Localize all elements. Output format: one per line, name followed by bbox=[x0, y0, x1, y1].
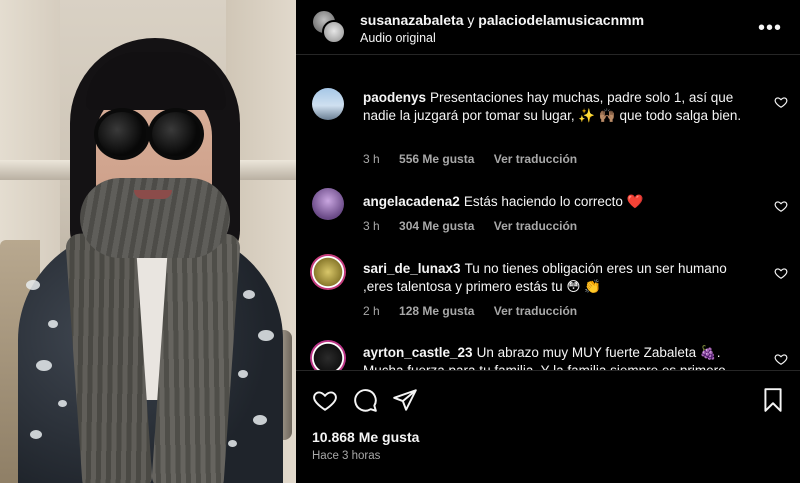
comment-likes-link[interactable]: 304 Me gusta bbox=[399, 219, 474, 233]
comment-text: angelacadena2 Estás haciendo lo correcto … bbox=[363, 193, 753, 211]
more-options-icon[interactable]: ••• bbox=[758, 18, 782, 38]
audio-label[interactable]: Audio original bbox=[360, 31, 436, 45]
comments-list[interactable]: paodenys Presentaciones hay muchas, padre… bbox=[296, 56, 800, 370]
heart-icon[interactable] bbox=[774, 352, 788, 366]
post-panel: susanazabaleta y palaciodelamusicacnmm A… bbox=[296, 0, 800, 483]
post-header: susanazabaleta y palaciodelamusicacnmm A… bbox=[296, 0, 800, 55]
comment-avatar[interactable] bbox=[312, 88, 344, 120]
post-timestamp[interactable]: Hace 3 horas bbox=[312, 450, 380, 462]
comment-username[interactable]: paodenys bbox=[363, 90, 426, 105]
video-person-sunglasses-right bbox=[148, 108, 204, 160]
post-video[interactable] bbox=[0, 0, 296, 483]
comment-username[interactable]: ayrton_castle_23 bbox=[363, 345, 473, 360]
post-authors: susanazabaleta y palaciodelamusicacnmm bbox=[360, 12, 644, 28]
comment-likes-link[interactable]: 556 Me gusta bbox=[399, 152, 474, 166]
comment-avatar[interactable] bbox=[310, 254, 346, 290]
heart-icon[interactable] bbox=[774, 199, 788, 213]
comment-meta: 2 h 128 Me gusta Ver traducción bbox=[363, 304, 593, 318]
comment-likes-link[interactable]: 128 Me gusta bbox=[399, 304, 474, 318]
comment-username[interactable]: angelacadena2 bbox=[363, 194, 460, 209]
comment-avatar[interactable] bbox=[312, 188, 344, 220]
author-secondary-link[interactable]: palaciodelamusicacnmm bbox=[478, 12, 644, 28]
heart-icon[interactable] bbox=[312, 387, 338, 413]
comment-avatar[interactable] bbox=[310, 340, 346, 370]
avatar-secondary bbox=[322, 20, 346, 44]
heart-icon[interactable] bbox=[774, 95, 788, 109]
video-person-mouth bbox=[134, 190, 172, 199]
comment-text: ayrton_castle_23 Un abrazo muy MUY fuerte… bbox=[363, 344, 753, 370]
likes-count[interactable]: 10.868 Me gusta bbox=[312, 429, 419, 445]
author-primary-link[interactable]: susanazabaleta bbox=[360, 12, 464, 28]
comment-text: paodenys Presentaciones hay muchas, padre… bbox=[363, 89, 753, 125]
comment-username[interactable]: sari_de_lunax3 bbox=[363, 261, 461, 276]
comment-time: 3 h bbox=[363, 219, 380, 233]
comment-time: 3 h bbox=[363, 152, 380, 166]
comment-content: Estás haciendo lo correcto ❤️ bbox=[463, 194, 644, 209]
share-icon[interactable] bbox=[392, 387, 418, 413]
heart-icon[interactable] bbox=[774, 266, 788, 280]
comment-meta: 3 h 304 Me gusta Ver traducción bbox=[363, 219, 593, 233]
comment-icon[interactable] bbox=[352, 387, 378, 413]
bookmark-icon[interactable] bbox=[760, 387, 786, 413]
comment-time: 2 h bbox=[363, 304, 380, 318]
see-translation-link[interactable]: Ver traducción bbox=[494, 152, 577, 166]
post-actions: 10.868 Me gusta Hace 3 horas bbox=[296, 370, 800, 483]
author-connector: y bbox=[467, 12, 475, 28]
comment-meta: 3 h 556 Me gusta Ver traducción bbox=[363, 152, 593, 166]
collab-avatar[interactable] bbox=[312, 10, 346, 44]
comment-text: sari_de_lunax3 Tu no tienes obligación er… bbox=[363, 260, 753, 296]
see-translation-link[interactable]: Ver traducción bbox=[494, 219, 577, 233]
video-person-sunglasses bbox=[94, 108, 150, 160]
see-translation-link[interactable]: Ver traducción bbox=[494, 304, 577, 318]
